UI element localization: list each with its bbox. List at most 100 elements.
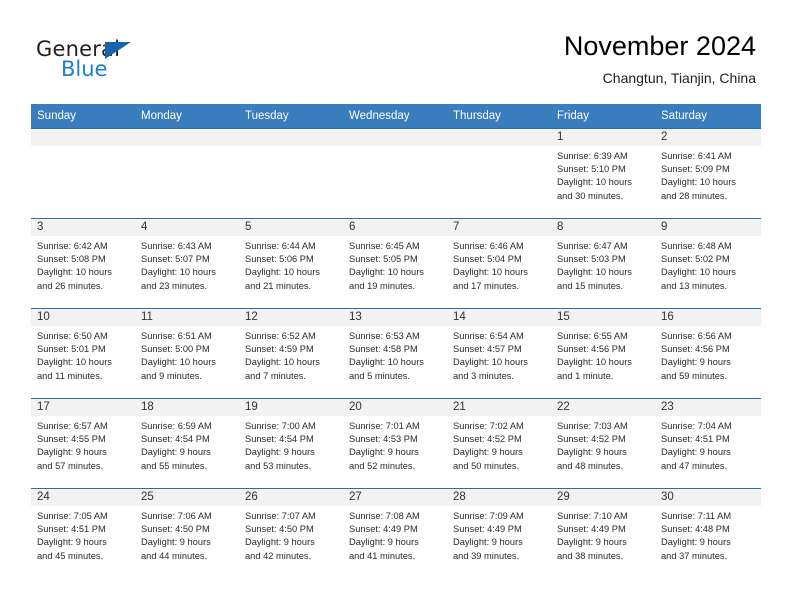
daylight-text-line1: Daylight: 9 hours: [37, 537, 107, 548]
day-number: 26: [239, 489, 343, 506]
sunset-text: Sunset: 4:55 PM: [37, 434, 106, 445]
day-cell[interactable]: 1 Sunrise: 6:39 AM Sunset: 5:10 PM Daylight…: [551, 128, 655, 219]
day-events: [343, 146, 447, 150]
daylight-text-line2: and 7 minutes.: [245, 370, 306, 381]
day-number: 16: [655, 309, 761, 326]
daylight-text-line2: and 41 minutes.: [349, 550, 416, 561]
day-cell[interactable]: 10 Sunrise: 6:50 AM Sunset: 5:01 PM Dayligh…: [31, 308, 135, 399]
day-events: Sunrise: 7:09 AM Sunset: 4:49 PM Daylight:…: [447, 506, 551, 563]
daylight-text-line2: and 28 minutes.: [661, 190, 728, 201]
day-cell[interactable]: 8 Sunrise: 6:47 AM Sunset: 5:03 PM Daylight…: [551, 218, 655, 309]
daylight-text-line2: and 39 minutes.: [453, 550, 520, 561]
day-cell[interactable]: [447, 128, 551, 219]
day-cell[interactable]: 18 Sunrise: 6:59 AM Sunset: 4:54 PM Dayligh…: [135, 398, 239, 489]
day-number: 14: [447, 309, 551, 326]
daylight-text-line2: and 37 minutes.: [661, 550, 728, 561]
day-number: 29: [551, 489, 655, 506]
day-cell[interactable]: 15 Sunrise: 6:55 AM Sunset: 4:56 PM Dayligh…: [551, 308, 655, 399]
daylight-text-line2: and 5 minutes.: [349, 370, 410, 381]
day-cell[interactable]: 5 Sunrise: 6:44 AM Sunset: 5:06 PM Daylight…: [239, 218, 343, 309]
day-cell[interactable]: 24 Sunrise: 7:05 AM Sunset: 4:51 PM Dayligh…: [31, 488, 135, 578]
sunrise-text: Sunrise: 6:43 AM: [141, 241, 212, 251]
day-number: 15: [551, 309, 655, 326]
day-cell[interactable]: 21 Sunrise: 7:02 AM Sunset: 4:52 PM Dayligh…: [447, 398, 551, 489]
day-cell[interactable]: 23 Sunrise: 7:04 AM Sunset: 4:51 PM Dayligh…: [655, 398, 761, 489]
daylight-text-line1: Daylight: 9 hours: [141, 447, 211, 458]
day-cell[interactable]: 17 Sunrise: 6:57 AM Sunset: 4:55 PM Dayligh…: [31, 398, 135, 489]
day-events: Sunrise: 6:43 AM Sunset: 5:07 PM Daylight:…: [135, 236, 239, 293]
day-cell[interactable]: [31, 128, 135, 219]
sunrise-text: Sunrise: 6:55 AM: [557, 331, 628, 341]
day-number: 10: [31, 309, 135, 326]
day-cell[interactable]: 6 Sunrise: 6:45 AM Sunset: 5:05 PM Daylight…: [343, 218, 447, 309]
day-cell[interactable]: 29 Sunrise: 7:10 AM Sunset: 4:49 PM Dayligh…: [551, 488, 655, 578]
general-blue-logo[interactable]: General Blue: [36, 38, 156, 84]
day-cell[interactable]: 25 Sunrise: 7:06 AM Sunset: 4:50 PM Dayligh…: [135, 488, 239, 578]
daylight-text-line1: Daylight: 10 hours: [37, 267, 112, 278]
day-number: 28: [447, 489, 551, 506]
sunset-text: Sunset: 5:04 PM: [453, 254, 522, 265]
day-cell[interactable]: 13 Sunrise: 6:53 AM Sunset: 4:58 PM Dayligh…: [343, 308, 447, 399]
sunset-text: Sunset: 5:09 PM: [661, 164, 730, 175]
day-cell[interactable]: 16 Sunrise: 6:56 AM Sunset: 4:56 PM Dayligh…: [655, 308, 761, 399]
day-cell[interactable]: 2 Sunrise: 6:41 AM Sunset: 5:09 PM Daylight…: [655, 128, 761, 219]
day-cell[interactable]: 20 Sunrise: 7:01 AM Sunset: 4:53 PM Dayligh…: [343, 398, 447, 489]
daylight-text-line1: Daylight: 10 hours: [557, 267, 632, 278]
day-cell[interactable]: 14 Sunrise: 6:54 AM Sunset: 4:57 PM Dayligh…: [447, 308, 551, 399]
weekday-header-monday: Monday: [135, 104, 239, 129]
sunset-text: Sunset: 4:52 PM: [557, 434, 626, 445]
day-events: [447, 146, 551, 150]
day-events: Sunrise: 7:07 AM Sunset: 4:50 PM Daylight:…: [239, 506, 343, 563]
daylight-text-line2: and 1 minute.: [557, 370, 614, 381]
day-cell[interactable]: 11 Sunrise: 6:51 AM Sunset: 5:00 PM Dayligh…: [135, 308, 239, 399]
day-cell[interactable]: 26 Sunrise: 7:07 AM Sunset: 4:50 PM Dayligh…: [239, 488, 343, 578]
day-cell[interactable]: [239, 128, 343, 219]
week-row: 3 Sunrise: 6:42 AM Sunset: 5:08 PM Daylight…: [31, 218, 761, 309]
day-number: 12: [239, 309, 343, 326]
day-number: 27: [343, 489, 447, 506]
sunrise-text: Sunrise: 6:42 AM: [37, 241, 108, 251]
sunrise-text: Sunrise: 6:44 AM: [245, 241, 316, 251]
daylight-text-line1: Daylight: 10 hours: [37, 357, 112, 368]
day-events: Sunrise: 6:53 AM Sunset: 4:58 PM Daylight:…: [343, 326, 447, 383]
daylight-text-line1: Daylight: 9 hours: [141, 537, 211, 548]
day-events: Sunrise: 6:57 AM Sunset: 4:55 PM Daylight:…: [31, 416, 135, 473]
daylight-text-line1: Daylight: 10 hours: [349, 267, 424, 278]
day-cell[interactable]: 22 Sunrise: 7:03 AM Sunset: 4:52 PM Dayligh…: [551, 398, 655, 489]
day-cell[interactable]: 30 Sunrise: 7:11 AM Sunset: 4:48 PM Dayligh…: [655, 488, 761, 578]
day-events: Sunrise: 7:11 AM Sunset: 4:48 PM Daylight:…: [655, 506, 761, 563]
day-cell[interactable]: 27 Sunrise: 7:08 AM Sunset: 4:49 PM Dayligh…: [343, 488, 447, 578]
sunrise-text: Sunrise: 7:02 AM: [453, 421, 524, 431]
day-events: Sunrise: 6:47 AM Sunset: 5:03 PM Daylight:…: [551, 236, 655, 293]
page-title: November 2024: [563, 31, 756, 61]
daylight-text-line1: Daylight: 10 hours: [245, 357, 320, 368]
sunset-text: Sunset: 4:50 PM: [141, 524, 210, 535]
day-cell[interactable]: [135, 128, 239, 219]
day-cell[interactable]: 19 Sunrise: 7:00 AM Sunset: 4:54 PM Dayligh…: [239, 398, 343, 489]
day-cell[interactable]: [343, 128, 447, 219]
daylight-text-line1: Daylight: 9 hours: [661, 357, 731, 368]
day-cell[interactable]: 28 Sunrise: 7:09 AM Sunset: 4:49 PM Dayligh…: [447, 488, 551, 578]
sunset-text: Sunset: 4:51 PM: [661, 434, 730, 445]
daylight-text-line2: and 30 minutes.: [557, 190, 624, 201]
week-row: 17 Sunrise: 6:57 AM Sunset: 4:55 PM Dayligh…: [31, 398, 761, 489]
day-number: 17: [31, 399, 135, 416]
day-events: [135, 146, 239, 150]
sunset-text: Sunset: 5:01 PM: [37, 344, 106, 355]
sunrise-text: Sunrise: 6:41 AM: [661, 151, 732, 161]
sunrise-text: Sunrise: 6:57 AM: [37, 421, 108, 431]
sunrise-text: Sunrise: 6:45 AM: [349, 241, 420, 251]
day-events: Sunrise: 7:10 AM Sunset: 4:49 PM Daylight:…: [551, 506, 655, 563]
daylight-text-line1: Daylight: 10 hours: [453, 267, 528, 278]
daylight-text-line1: Daylight: 10 hours: [661, 267, 736, 278]
day-cell[interactable]: 3 Sunrise: 6:42 AM Sunset: 5:08 PM Daylight…: [31, 218, 135, 309]
sunrise-text: Sunrise: 6:54 AM: [453, 331, 524, 341]
sunset-text: Sunset: 5:02 PM: [661, 254, 730, 265]
day-cell[interactable]: 12 Sunrise: 6:52 AM Sunset: 4:59 PM Dayligh…: [239, 308, 343, 399]
day-cell[interactable]: 4 Sunrise: 6:43 AM Sunset: 5:07 PM Daylight…: [135, 218, 239, 309]
day-cell[interactable]: 7 Sunrise: 6:46 AM Sunset: 5:04 PM Daylight…: [447, 218, 551, 309]
week-row: 10 Sunrise: 6:50 AM Sunset: 5:01 PM Dayligh…: [31, 308, 761, 399]
sunrise-text: Sunrise: 7:10 AM: [557, 511, 628, 521]
day-cell[interactable]: 9 Sunrise: 6:48 AM Sunset: 5:02 PM Daylight…: [655, 218, 761, 309]
daylight-text-line1: Daylight: 10 hours: [453, 357, 528, 368]
